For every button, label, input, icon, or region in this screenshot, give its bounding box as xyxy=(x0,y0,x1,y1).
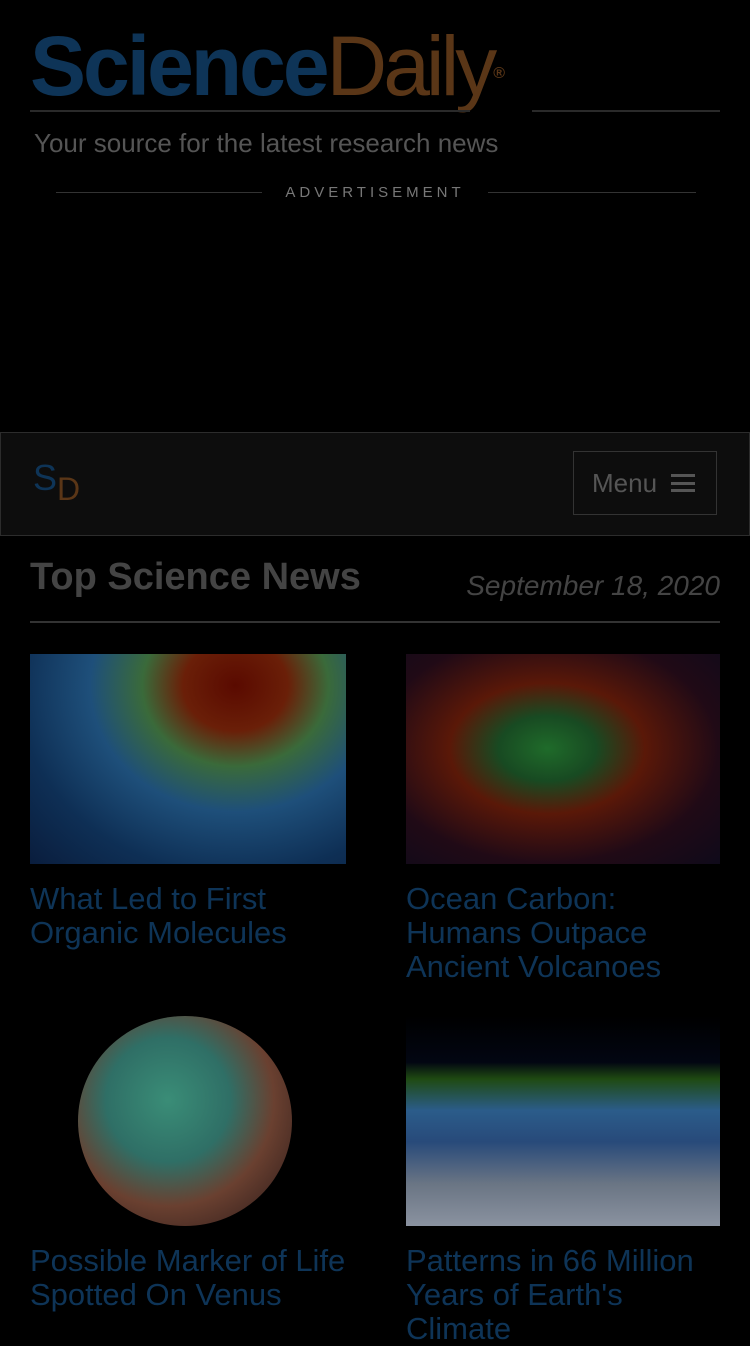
advertisement-slot[interactable] xyxy=(0,210,750,430)
news-title-link[interactable]: Possible Marker of Life Spotted On Venus xyxy=(30,1244,346,1312)
logo-daily-text: Daily xyxy=(326,19,498,113)
venus-planet-graphic xyxy=(78,1016,292,1226)
menu-button[interactable]: Menu xyxy=(573,451,717,515)
section-date: September 18, 2020 xyxy=(466,570,720,601)
news-image-earth[interactable] xyxy=(406,1016,720,1226)
site-tagline: Your source for the latest research news xyxy=(34,128,499,158)
news-title-link[interactable]: Patterns in 66 Million Years of Earth's … xyxy=(406,1244,720,1346)
section-divider xyxy=(30,621,720,623)
section-title: Top Science News xyxy=(30,556,361,598)
menu-label: Menu xyxy=(592,467,658,498)
header-rule-left xyxy=(30,110,470,112)
sd-logo-s: S xyxy=(33,457,58,498)
news-card[interactable]: Ocean Carbon: Humans Outpace Ancient Vol… xyxy=(406,654,720,984)
news-image-organic-molecules[interactable] xyxy=(30,654,346,864)
news-card[interactable]: What Led to First Organic Molecules xyxy=(30,654,346,950)
header-rule-right xyxy=(532,110,720,112)
news-title-link[interactable]: What Led to First Organic Molecules xyxy=(30,882,346,950)
news-image-volcano[interactable] xyxy=(406,654,720,864)
sd-logo-d: D xyxy=(57,471,81,507)
news-card[interactable]: Possible Marker of Life Spotted On Venus xyxy=(30,1016,346,1312)
news-image-venus[interactable] xyxy=(30,1016,346,1226)
registered-mark: ® xyxy=(493,65,506,82)
news-card[interactable]: Patterns in 66 Million Years of Earth's … xyxy=(406,1016,720,1346)
hamburger-icon xyxy=(671,474,696,492)
news-title-link[interactable]: Ocean Carbon: Humans Outpace Ancient Vol… xyxy=(406,882,720,984)
site-logo[interactable]: ScienceDaily® xyxy=(30,24,505,108)
ad-divider-right xyxy=(488,192,696,193)
nav-bar: S D Menu xyxy=(0,432,750,536)
sd-logo-icon[interactable]: S D xyxy=(31,457,91,517)
site-header: ScienceDaily® Your source for the latest… xyxy=(30,24,720,174)
logo-science-text: Science xyxy=(30,19,330,113)
